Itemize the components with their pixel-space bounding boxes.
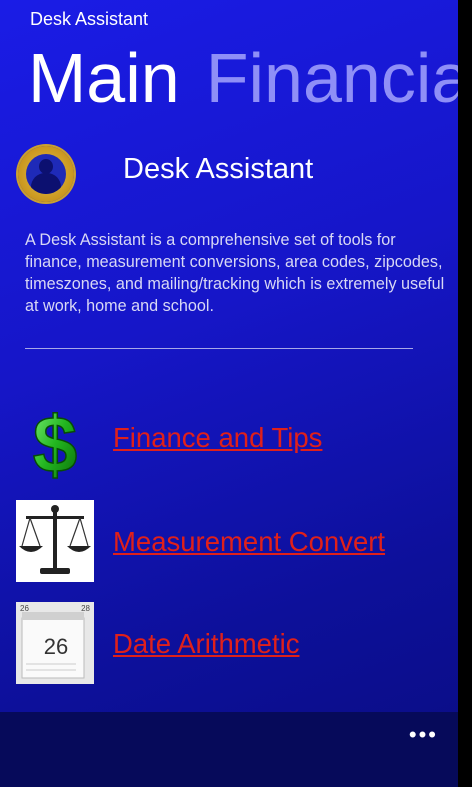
finance-and-tips-link[interactable]: Finance and Tips [113, 422, 322, 454]
measurement-convert-link[interactable]: Measurement Convert [113, 526, 385, 558]
divider [25, 348, 413, 349]
pivot-header: Main Financial [28, 38, 458, 118]
calendar-corner-left: 26 [20, 604, 29, 613]
app-description: A Desk Assistant is a comprehensive set … [25, 231, 445, 315]
app-title: Desk Assistant [30, 9, 149, 29]
pivot-tab-financial[interactable]: Financial [206, 39, 458, 117]
menu-item-finance[interactable]: $ Finance and Tips [16, 398, 436, 490]
menu-item-measurement[interactable]: Measurement Convert [16, 500, 436, 582]
more-options-icon[interactable]: ••• [409, 724, 438, 746]
screen-edge [458, 0, 472, 787]
scales-icon [16, 500, 94, 582]
calendar-corner-right: 28 [81, 604, 90, 613]
menu-item-date[interactable]: 26 26 28 Date Arithmetic [16, 602, 436, 684]
calendar-day: 26 [44, 634, 68, 659]
app-screen: Desk Assistant Main Financial Desk Assist… [0, 0, 458, 787]
person-avatar-icon [18, 146, 74, 202]
section-heading: Desk Assistant [123, 153, 314, 185]
dollar-icon: $ [16, 398, 94, 490]
svg-text:$: $ [33, 400, 78, 480]
date-arithmetic-link[interactable]: Date Arithmetic [113, 628, 299, 660]
app-bar: ••• [0, 712, 458, 787]
pivot-tab-main[interactable]: Main [28, 39, 180, 117]
calendar-icon: 26 26 28 [16, 602, 94, 684]
